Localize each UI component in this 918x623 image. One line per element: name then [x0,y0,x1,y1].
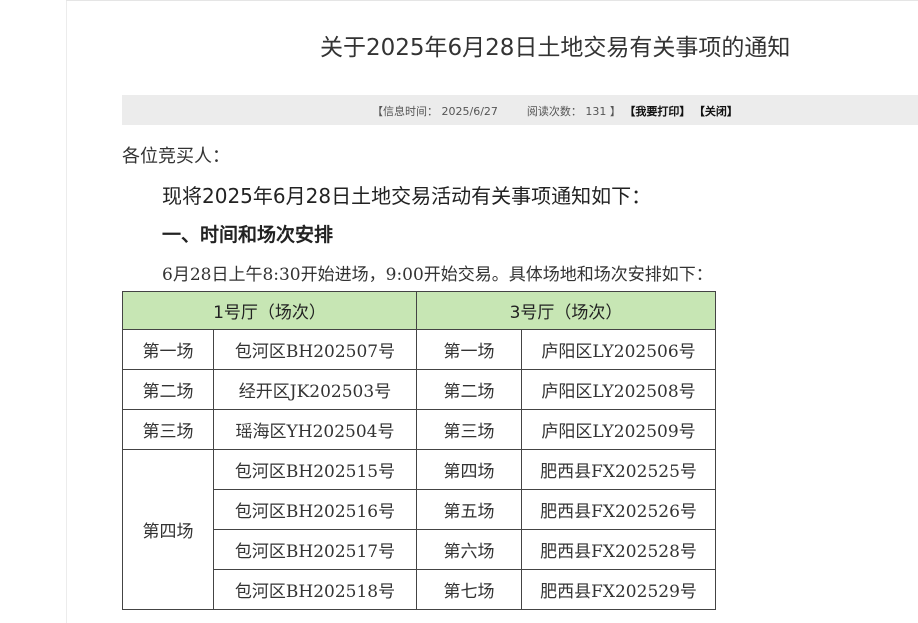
table-cell: 肥西县FX202525号 [521,449,716,490]
page-top-border [66,0,918,1]
table-cell: 第三场 [416,409,522,450]
table-cell: 肥西县FX202526号 [521,489,716,530]
close-link[interactable]: 【关闭】 [694,105,738,118]
table-cell: 肥西县FX202529号 [521,569,716,610]
schedule-table: 1号厅（场次） 3号厅（场次） 第一场 包河区BH202507号 第一场 庐阳区… [122,291,716,610]
salutation: 各位竞买人： [122,146,230,167]
info-time-value: 2025/6/27 [441,105,498,118]
table-header-hall1: 1号厅（场次） [122,291,417,330]
intro-text: 现将2025年6月28日土地交易活动有关事项通知如下： [162,184,652,208]
table-header-row: 1号厅（场次） 3号厅（场次） [122,291,716,330]
table-cell: 包河区BH202515号 [213,449,417,490]
table-cell: 包河区BH202517号 [213,529,417,570]
table-row: 第四场 包河区BH202515号 第四场 肥西县FX202525号 [122,449,716,610]
table-cell: 经开区JK202503号 [213,369,417,410]
page-left-border [66,0,67,623]
table-cell: 第七场 [416,569,522,610]
info-reads-value: 131 [585,105,607,118]
table-cell: 包河区BH202518号 [213,569,417,610]
table-row: 第一场 包河区BH202507号 第一场 庐阳区LY202506号 [122,329,716,370]
table-cell-merged: 第四场 [122,449,214,610]
info-time-label: 【信息时间： [372,105,438,118]
table-cell: 第二场 [122,369,214,410]
table-cell: 包河区BH202507号 [213,329,417,370]
table-cell: 第一场 [122,329,214,370]
page-title: 关于2025年6月28日土地交易有关事项的通知 [320,35,791,61]
table-cell: 第六场 [416,529,522,570]
table-header-hall3: 3号厅（场次） [416,291,716,330]
schedule-text: 6月28日上午8:30开始进场，9:00开始交易。具体场地和场次安排如下： [162,265,713,285]
table-cell: 第二场 [416,369,522,410]
table-cell: 庐阳区LY202508号 [521,369,716,410]
table-cell: 庐阳区LY202506号 [521,329,716,370]
info-bracket: 】 [609,105,621,118]
table-cell: 第一场 [416,329,522,370]
table-row: 第三场 瑶海区YH202504号 第三场 庐阳区LY202509号 [122,409,716,450]
table-cell: 庐阳区LY202509号 [521,409,716,450]
table-cell: 第四场 [416,449,522,490]
table-cell: 第三场 [122,409,214,450]
print-link[interactable]: 【我要打印】 [624,105,690,118]
table-cell: 第五场 [416,489,522,530]
table-row: 第二场 经开区JK202503号 第二场 庐阳区LY202508号 [122,369,716,410]
section-heading: 一、时间和场次安排 [162,224,334,246]
info-bar: 【信息时间： 2025/6/27 阅读次数： 131 】 【我要打印】 【关闭】 [122,95,918,125]
table-cell: 瑶海区YH202504号 [213,409,417,450]
info-reads-label: 阅读次数： [526,105,582,118]
table-cell: 肥西县FX202528号 [521,529,716,570]
table-cell: 包河区BH202516号 [213,489,417,530]
